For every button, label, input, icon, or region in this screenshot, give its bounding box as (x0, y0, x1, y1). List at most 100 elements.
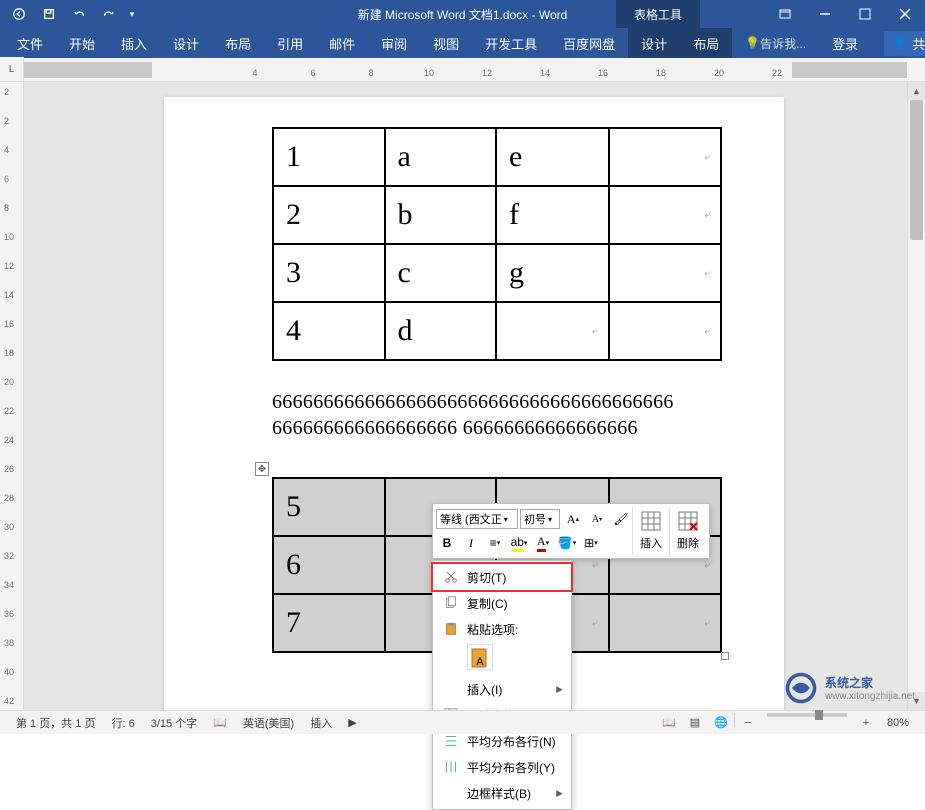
maximize-button[interactable] (845, 0, 885, 28)
menu-cut[interactable]: 剪切(T) (433, 564, 571, 590)
print-layout-button[interactable]: ▤ (682, 713, 708, 733)
zoom-slider[interactable] (767, 713, 847, 717)
font-color-button[interactable]: A▾ (532, 532, 554, 554)
status-language[interactable]: 英语(美国) (235, 715, 302, 731)
table-cell[interactable]: a (385, 128, 497, 186)
tab-home[interactable]: 开始 (56, 28, 108, 58)
status-spellcheck-icon[interactable]: 📖 (205, 716, 235, 729)
close-button[interactable] (885, 0, 925, 28)
zoom-thumb[interactable] (815, 710, 823, 720)
shrink-font-button[interactable]: A▾ (586, 508, 608, 530)
tell-me[interactable]: 💡 告诉我... (732, 28, 819, 58)
table-cell[interactable]: 2 (273, 186, 385, 244)
status-line[interactable]: 行: 6 (103, 715, 142, 731)
table-cell[interactable]: f (496, 186, 609, 244)
delete-label[interactable]: 删除 (674, 535, 702, 551)
align-button[interactable]: ≡▾ (484, 532, 506, 554)
table-delete-icon[interactable] (674, 507, 702, 535)
table-cell[interactable]: c (385, 244, 497, 302)
tab-view[interactable]: 视图 (420, 28, 472, 58)
distribute-cols-icon (441, 760, 461, 774)
insert-label[interactable]: 插入 (637, 535, 665, 551)
back-button[interactable] (6, 3, 32, 25)
tell-me-label: 告诉我... (760, 35, 806, 52)
bold-button[interactable]: B (436, 532, 458, 554)
highlight-button[interactable]: ab▾ (508, 532, 530, 554)
table-cell[interactable]: ⤶ (609, 128, 722, 186)
table-cell[interactable]: e (496, 128, 609, 186)
zoom-out-button[interactable]: − (735, 713, 761, 733)
table-cell[interactable]: ⤶ (609, 594, 722, 652)
tab-review[interactable]: 审阅 (368, 28, 420, 58)
grow-font-button[interactable]: A▴ (562, 508, 584, 530)
zoom-level[interactable]: 80% (879, 713, 917, 733)
tab-mailings[interactable]: 邮件 (316, 28, 368, 58)
status-words[interactable]: 3/15 个字 (143, 715, 205, 731)
share-button[interactable]: 👤 共享 (871, 28, 925, 58)
font-selector[interactable]: 等线 (西文正▾ (436, 509, 518, 529)
table-cell[interactable]: 1 (273, 128, 385, 186)
paste-keep-text-icon[interactable]: A (467, 644, 493, 670)
web-layout-button[interactable]: 🌐 (708, 713, 734, 733)
table-cell[interactable]: 6 (273, 536, 385, 594)
menu-distribute-cols[interactable]: 平均分布各列(Y) (433, 754, 571, 780)
ribbon-tabs: 文件 开始 插入 设计 布局 引用 邮件 审阅 视图 开发工具 百度网盘 设计 … (0, 28, 925, 58)
table-cell[interactable]: 7 (273, 594, 385, 652)
tab-selector[interactable]: L (0, 57, 24, 81)
menu-insert[interactable]: 插入(I) ▶ (433, 676, 571, 702)
menu-copy[interactable]: 复制(C) (433, 590, 571, 616)
table-cell[interactable]: ⤶ (609, 186, 722, 244)
table-cell[interactable]: ⤶ (609, 302, 722, 360)
status-insert-mode[interactable]: 插入 (302, 715, 340, 731)
table-cell[interactable]: 4 (273, 302, 385, 360)
tab-file[interactable]: 文件 (4, 28, 56, 58)
share-label: 共享 (912, 34, 925, 53)
undo-button[interactable] (66, 3, 92, 25)
font-size-selector[interactable]: 初号▾ (520, 509, 560, 529)
italic-button[interactable]: I (460, 532, 482, 554)
vertical-scrollbar[interactable]: ▲ ▼ (907, 82, 925, 710)
vertical-ruler: 224681012141618202224262830323436384042 (0, 82, 24, 710)
tab-design[interactable]: 设计 (160, 28, 212, 58)
format-painter-button[interactable]: 🖌 (610, 508, 632, 530)
save-button[interactable] (36, 3, 62, 25)
table-move-handle[interactable]: ✥ (255, 462, 269, 476)
qat-dropdown[interactable]: ▾ (126, 3, 138, 25)
table-1[interactable]: 1ae⤶2bf⤶3cg⤶4d⤶⤶ (272, 127, 722, 361)
tab-baidu[interactable]: 百度网盘 (550, 28, 628, 58)
table-cell[interactable]: ⤶ (496, 302, 609, 360)
table-cell[interactable]: g (496, 244, 609, 302)
table-cell[interactable]: d (385, 302, 497, 360)
table-cell[interactable]: 3 (273, 244, 385, 302)
cut-icon (441, 570, 461, 584)
tab-insert[interactable]: 插入 (108, 28, 160, 58)
ribbon-options-button[interactable] (765, 0, 805, 28)
login-button[interactable]: 登录 (819, 28, 871, 58)
table-resize-handle[interactable] (721, 652, 729, 660)
scroll-thumb[interactable] (910, 100, 923, 240)
menu-border-styles[interactable]: 边框样式(B) ▶ (433, 780, 571, 806)
minimize-button[interactable] (805, 0, 845, 28)
quick-access-toolbar: ▾ (0, 3, 144, 25)
table-insert-icon[interactable] (637, 507, 665, 535)
copy-label: 复制(C) (467, 595, 563, 612)
svg-text:A: A (476, 656, 484, 668)
zoom-in-button[interactable]: + (853, 713, 879, 733)
read-mode-button[interactable]: 📖 (656, 713, 682, 733)
table-cell[interactable]: 5 (273, 478, 385, 536)
status-page[interactable]: 第 1 页，共 1 页 (8, 715, 103, 731)
distribute-rows-label: 平均分布各行(N) (467, 733, 563, 750)
table-cell[interactable]: b (385, 186, 497, 244)
borders-button[interactable]: ⊞▾ (580, 532, 602, 554)
shading-button[interactable]: 🪣▾ (556, 532, 578, 554)
tab-developer[interactable]: 开发工具 (472, 28, 550, 58)
body-text[interactable]: 666666666666666666666666666666666666666 … (272, 389, 732, 441)
tab-layout[interactable]: 布局 (212, 28, 264, 58)
redo-button[interactable] (96, 3, 122, 25)
scroll-up-button[interactable]: ▲ (908, 82, 925, 100)
table-cell[interactable]: ⤶ (609, 244, 722, 302)
tab-references[interactable]: 引用 (264, 28, 316, 58)
tab-table-layout[interactable]: 布局 (680, 28, 732, 58)
status-macro-icon[interactable]: ▶ (340, 716, 364, 729)
tab-table-design[interactable]: 设计 (628, 28, 680, 58)
